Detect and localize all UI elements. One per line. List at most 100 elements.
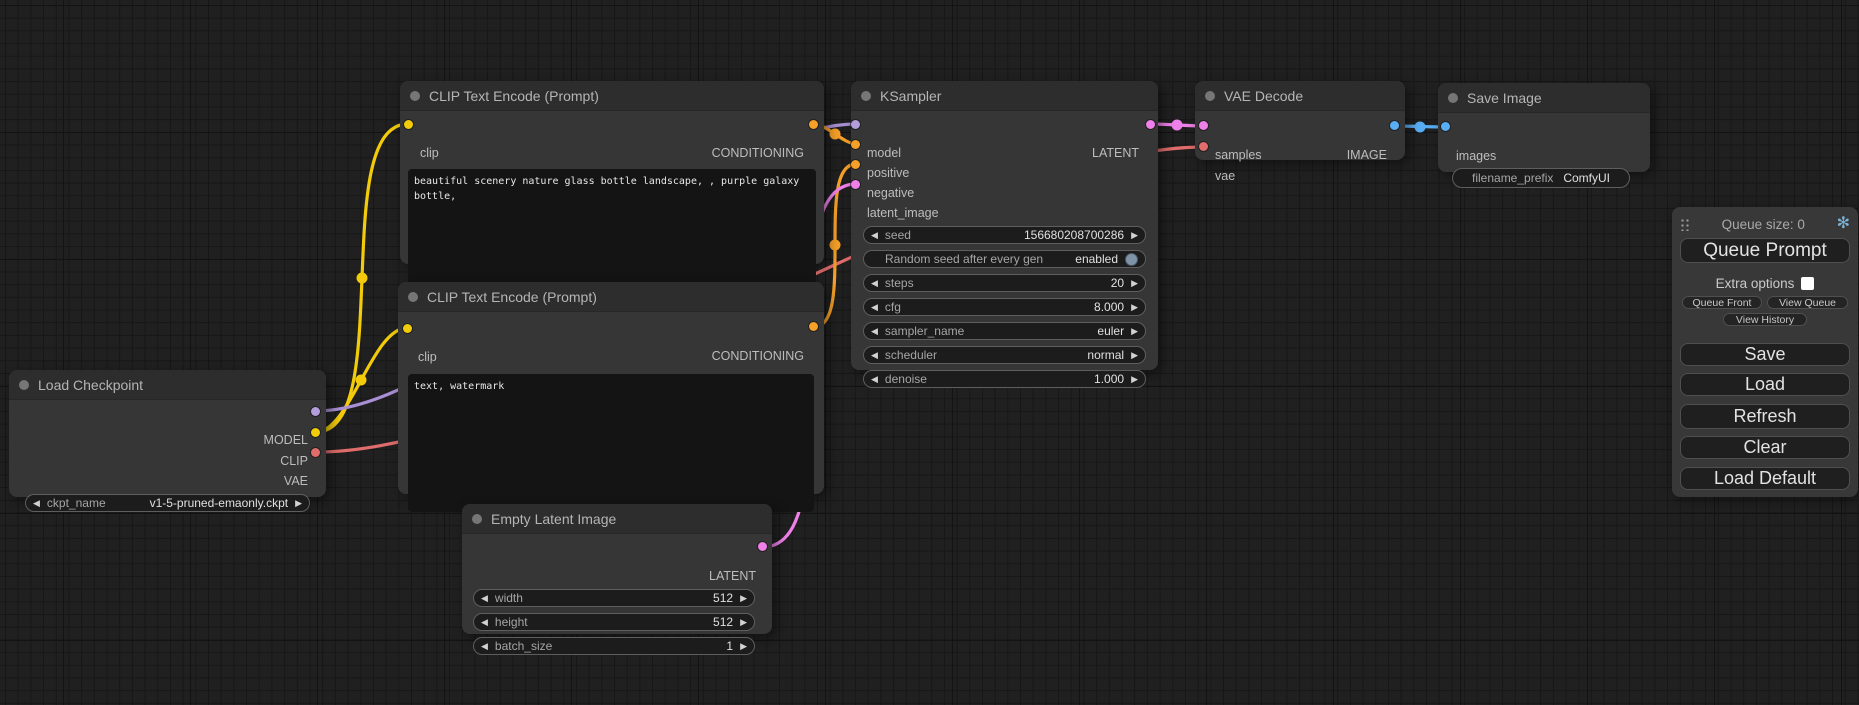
collapse-dot-icon[interactable] [408, 292, 418, 302]
increment-arrow-icon[interactable]: ▶ [1131, 279, 1138, 288]
increment-arrow-icon[interactable]: ▶ [1131, 327, 1138, 336]
decrement-arrow-icon[interactable]: ◀ [871, 231, 878, 240]
output-port-conditioning[interactable] [809, 322, 818, 331]
widget-value: 512 [713, 615, 733, 629]
node-load-checkpoint[interactable]: Load Checkpoint MODEL CLIP VAE ◀ ckpt_na… [9, 370, 326, 497]
increment-arrow-icon[interactable]: ▶ [1131, 375, 1138, 384]
load-button[interactable]: Load [1680, 373, 1850, 396]
toggle-dot[interactable] [1125, 253, 1138, 266]
increment-arrow-icon[interactable]: ▶ [740, 642, 747, 651]
gear-icon[interactable]: ✻ [1837, 216, 1850, 232]
increment-arrow-icon[interactable]: ▶ [1131, 351, 1138, 360]
widget-value: 1 [726, 639, 733, 653]
output-port-clip[interactable] [311, 428, 320, 437]
node-title-bar[interactable]: Empty Latent Image [462, 504, 772, 534]
input-port-positive[interactable] [851, 140, 860, 149]
widget-label: filename_prefix [1472, 171, 1553, 185]
widget-ckpt-name[interactable]: ◀ ckpt_name v1-5-pruned-emaonly.ckpt ▶ [25, 494, 310, 512]
increment-arrow-icon[interactable]: ▶ [740, 594, 747, 603]
output-port-model[interactable] [311, 407, 320, 416]
prompt-textarea[interactable]: beautiful scenery nature glass bottle la… [408, 169, 816, 284]
queue-prompt-button[interactable]: Queue Prompt [1680, 238, 1850, 263]
widget-steps[interactable]: ◀ steps 20 ▶ [863, 274, 1146, 292]
widget-scheduler[interactable]: ◀ scheduler normal ▶ [863, 346, 1146, 364]
queue-front-button[interactable]: Queue Front [1682, 296, 1762, 309]
node-ksampler[interactable]: KSampler model positive negative latent_… [851, 81, 1158, 370]
increment-arrow-icon[interactable]: ▶ [1131, 231, 1138, 240]
node-title-bar[interactable]: CLIP Text Encode (Prompt) [400, 81, 824, 111]
decrement-arrow-icon[interactable]: ◀ [871, 375, 878, 384]
input-label-vae: vae [1215, 169, 1235, 183]
node-vae-decode[interactable]: VAE Decode samples vae IMAGE [1195, 81, 1405, 160]
output-label-conditioning: CONDITIONING [712, 349, 804, 363]
node-save-image[interactable]: Save Image images filename_prefix ComfyU… [1438, 83, 1650, 172]
increment-arrow-icon[interactable]: ▶ [1131, 303, 1138, 312]
extra-options-checkbox[interactable] [1801, 277, 1814, 290]
clear-button[interactable]: Clear [1680, 436, 1850, 459]
increment-arrow-icon[interactable]: ▶ [295, 499, 302, 508]
widget-value: 1.000 [1094, 372, 1124, 386]
node-title-bar[interactable]: Load Checkpoint [9, 370, 326, 400]
view-history-button[interactable]: View History [1723, 313, 1807, 326]
collapse-dot-icon[interactable] [19, 380, 29, 390]
decrement-arrow-icon[interactable]: ◀ [871, 327, 878, 336]
input-port-images[interactable] [1441, 122, 1450, 131]
input-label-model: model [867, 146, 901, 160]
extra-options-label: Extra options [1716, 276, 1795, 291]
view-queue-button[interactable]: View Queue [1767, 296, 1848, 309]
node-title-bar[interactable]: Save Image [1438, 83, 1650, 113]
prompt-textarea[interactable]: text, watermark [408, 374, 814, 512]
widget-random-seed-toggle[interactable]: Random seed after every gen enabled [863, 250, 1146, 268]
decrement-arrow-icon[interactable]: ◀ [481, 594, 488, 603]
decrement-arrow-icon[interactable]: ◀ [871, 303, 878, 312]
increment-arrow-icon[interactable]: ▶ [740, 618, 747, 627]
output-port-conditioning[interactable] [809, 120, 818, 129]
node-title: Save Image [1467, 90, 1542, 106]
decrement-arrow-icon[interactable]: ◀ [481, 642, 488, 651]
widget-sampler-name[interactable]: ◀ sampler_name euler ▶ [863, 322, 1146, 340]
node-title: KSampler [880, 88, 941, 104]
widget-cfg[interactable]: ◀ cfg 8.000 ▶ [863, 298, 1146, 316]
input-port-negative[interactable] [851, 160, 860, 169]
node-title-bar[interactable]: VAE Decode [1195, 81, 1405, 111]
drag-handle-icon[interactable] [1680, 217, 1690, 231]
output-port-latent[interactable] [758, 542, 767, 551]
node-title-bar[interactable]: CLIP Text Encode (Prompt) [398, 282, 824, 312]
input-port-vae[interactable] [1199, 142, 1208, 151]
node-empty-latent-image[interactable]: Empty Latent Image LATENT ◀ width 512 ▶ … [462, 504, 772, 634]
decrement-arrow-icon[interactable]: ◀ [871, 351, 878, 360]
input-port-clip[interactable] [404, 120, 413, 129]
collapse-dot-icon[interactable] [472, 514, 482, 524]
decrement-arrow-icon[interactable]: ◀ [33, 499, 40, 508]
decrement-arrow-icon[interactable]: ◀ [871, 279, 878, 288]
node-clip-text-encode-positive[interactable]: CLIP Text Encode (Prompt) clip CONDITION… [400, 81, 824, 264]
widget-width[interactable]: ◀ width 512 ▶ [473, 589, 755, 607]
load-default-button[interactable]: Load Default [1680, 467, 1850, 490]
collapse-dot-icon[interactable] [861, 91, 871, 101]
collapse-dot-icon[interactable] [1205, 91, 1215, 101]
widget-batch-size[interactable]: ◀ batch_size 1 ▶ [473, 637, 755, 655]
decrement-arrow-icon[interactable]: ◀ [481, 618, 488, 627]
output-port-image[interactable] [1390, 121, 1399, 130]
input-port-clip[interactable] [403, 324, 412, 333]
node-graph-canvas[interactable]: Load Checkpoint MODEL CLIP VAE ◀ ckpt_na… [0, 0, 1859, 705]
input-port-latent-image[interactable] [851, 180, 860, 189]
input-port-samples[interactable] [1199, 121, 1208, 130]
widget-label: Random seed after every gen [885, 252, 1043, 266]
collapse-dot-icon[interactable] [1448, 93, 1458, 103]
node-title-bar[interactable]: KSampler [851, 81, 1158, 111]
widget-value: 8.000 [1094, 300, 1124, 314]
refresh-button[interactable]: Refresh [1680, 404, 1850, 429]
node-title: Load Checkpoint [38, 377, 143, 393]
widget-seed[interactable]: ◀ seed 156680208700286 ▶ [863, 226, 1146, 244]
widget-filename-prefix[interactable]: filename_prefix ComfyUI [1452, 168, 1630, 188]
output-port-vae[interactable] [311, 448, 320, 457]
node-clip-text-encode-negative[interactable]: CLIP Text Encode (Prompt) clip CONDITION… [398, 282, 824, 494]
save-button[interactable]: Save [1680, 343, 1850, 366]
widget-denoise[interactable]: ◀ denoise 1.000 ▶ [863, 370, 1146, 388]
collapse-dot-icon[interactable] [410, 91, 420, 101]
node-title: VAE Decode [1224, 88, 1303, 104]
input-port-model[interactable] [851, 120, 860, 129]
widget-height[interactable]: ◀ height 512 ▶ [473, 613, 755, 631]
output-port-latent[interactable] [1146, 120, 1155, 129]
